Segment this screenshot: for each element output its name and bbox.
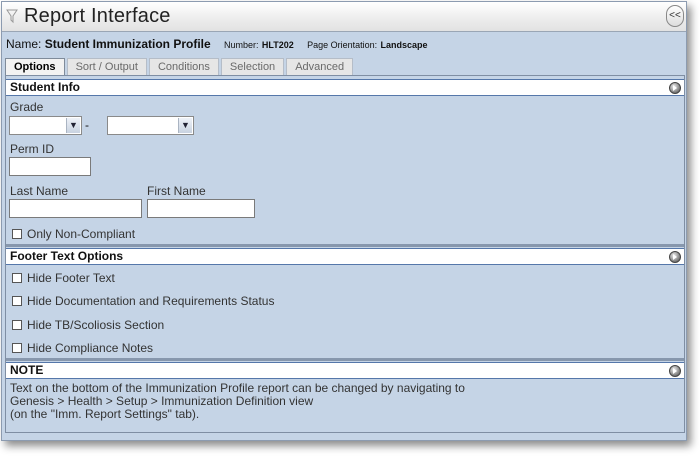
- hide-tb-scoliosis-option[interactable]: Hide TB/Scoliosis Section: [12, 318, 164, 332]
- name-label: Name:: [6, 37, 42, 51]
- note-header[interactable]: NOTE: [6, 362, 684, 379]
- only-non-compliant-label: Only Non-Compliant: [27, 227, 136, 241]
- report-interface-window: Report Interface << Name: Student Immuni…: [1, 1, 687, 441]
- tab-selection[interactable]: Selection: [220, 58, 285, 75]
- window-title: Report Interface: [24, 5, 171, 27]
- page-orientation: Landscape: [380, 40, 428, 50]
- hide-tb-scoliosis-label: Hide TB/Scoliosis Section: [27, 318, 165, 332]
- student-info-title: Student Info: [10, 80, 80, 94]
- hide-documentation-label: Hide Documentation and Requirements Stat…: [27, 294, 275, 308]
- note-line: (on the "Imm. Report Settings" tab).: [10, 407, 200, 421]
- footer-options-title: Footer Text Options: [10, 249, 124, 263]
- first-name-input[interactable]: [147, 199, 255, 218]
- last-name-input[interactable]: [9, 199, 142, 218]
- first-name-label: First Name: [147, 184, 206, 198]
- only-non-compliant-checkbox[interactable]: [12, 229, 22, 239]
- circle-arrow-icon[interactable]: [669, 82, 681, 94]
- filter-funnel-icon: [6, 9, 18, 24]
- options-panel: Student Info Grade ▼ - ▼ Perm ID Last Na…: [5, 75, 685, 433]
- report-name: Student Immunization Profile: [44, 37, 211, 51]
- hide-footer-text-option[interactable]: Hide Footer Text: [12, 271, 115, 285]
- hide-documentation-option[interactable]: Hide Documentation and Requirements Stat…: [12, 294, 274, 308]
- tab-options[interactable]: Options: [5, 58, 65, 76]
- report-info-bar: Name: Student Immunization Profile Numbe…: [6, 37, 428, 51]
- report-number: HLT202: [261, 40, 294, 50]
- hide-compliance-notes-checkbox[interactable]: [12, 343, 22, 353]
- hide-footer-text-label: Hide Footer Text: [27, 271, 115, 285]
- hide-compliance-notes-label: Hide Compliance Notes: [27, 341, 154, 355]
- grade-separator: -: [85, 118, 89, 132]
- student-info-header[interactable]: Student Info: [6, 79, 684, 96]
- hide-documentation-checkbox[interactable]: [12, 296, 22, 306]
- tab-conditions[interactable]: Conditions: [148, 58, 219, 75]
- section-divider: [6, 244, 684, 247]
- tab-advanced[interactable]: Advanced: [286, 58, 354, 75]
- chevron-down-icon[interactable]: ▼: [178, 118, 192, 133]
- section-divider: [6, 358, 684, 361]
- only-non-compliant-option[interactable]: Only Non-Compliant: [12, 227, 135, 241]
- circle-arrow-icon[interactable]: [669, 365, 681, 377]
- hide-footer-text-checkbox[interactable]: [12, 273, 22, 283]
- note-text: Text on the bottom of the Immunization P…: [10, 382, 465, 421]
- note-title: NOTE: [10, 363, 44, 377]
- grade-to-select[interactable]: ▼: [107, 116, 194, 135]
- perm-id-label: Perm ID: [10, 142, 55, 156]
- perm-id-input[interactable]: [9, 157, 91, 176]
- title-bar: Report Interface <<: [2, 2, 686, 32]
- tab-sort-output[interactable]: Sort / Output: [66, 58, 147, 75]
- footer-options-header[interactable]: Footer Text Options: [6, 248, 684, 265]
- last-name-label: Last Name: [10, 184, 69, 198]
- tab-bar: Options Sort / Output Conditions Selecti…: [5, 58, 355, 76]
- orientation-label: Page Orientation:: [307, 40, 378, 50]
- hide-tb-scoliosis-checkbox[interactable]: [12, 320, 22, 330]
- grade-label: Grade: [10, 100, 44, 114]
- circle-arrow-icon[interactable]: [669, 251, 681, 263]
- hide-compliance-notes-option[interactable]: Hide Compliance Notes: [12, 341, 153, 355]
- grade-from-select[interactable]: ▼: [9, 116, 82, 135]
- number-label: Number:: [224, 40, 259, 50]
- chevron-down-icon[interactable]: ▼: [66, 118, 80, 133]
- collapse-button[interactable]: <<: [666, 5, 684, 27]
